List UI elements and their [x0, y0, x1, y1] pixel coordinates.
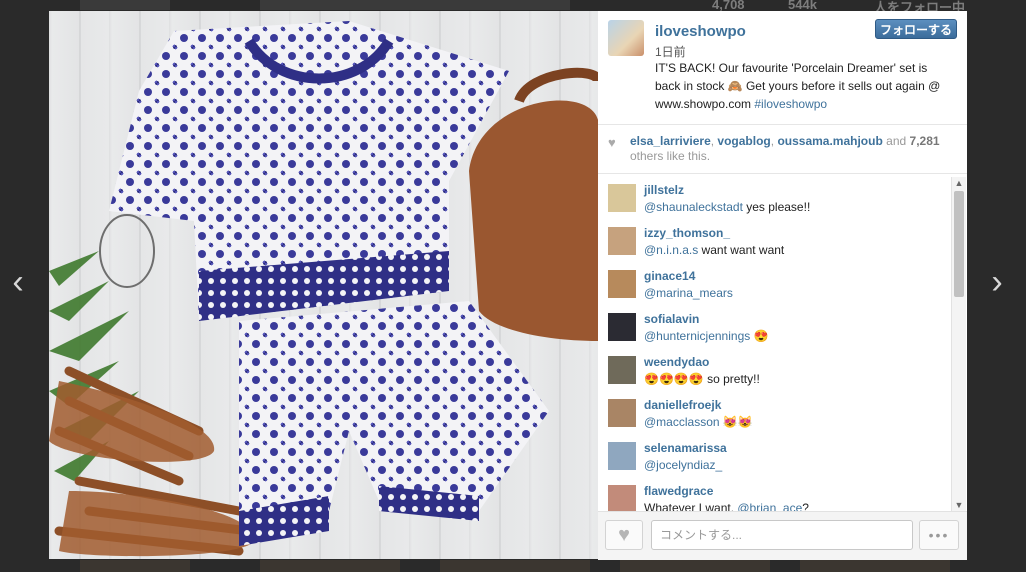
list-item: izzy_thomson_ @n.i.n.a.s want want want — [598, 220, 950, 263]
post-timestamp: 1日前 — [655, 45, 686, 59]
comment-text: @macclasson 😻😻 — [644, 415, 753, 429]
comment-text: @n.i.n.a.s want want want — [644, 243, 784, 257]
avatar[interactable] — [608, 184, 636, 212]
comment-scrollbar[interactable]: ▲ ▼ — [951, 177, 966, 511]
avatar[interactable] — [608, 270, 636, 298]
comment-mention[interactable]: @marina_mears — [644, 286, 733, 300]
comment-mention[interactable]: @brian_ace — [737, 501, 802, 511]
comment-list: jillstelz @shaunaleckstadt yes please!! … — [598, 177, 950, 511]
scrollbar-thumb[interactable] — [954, 191, 964, 297]
scroll-down-icon[interactable]: ▼ — [952, 499, 966, 511]
comment-username[interactable]: sofialavin — [644, 312, 699, 326]
comment-text: @hunternicjennings 😍 — [644, 329, 769, 343]
avatar[interactable] — [608, 485, 636, 511]
avatar[interactable] — [608, 442, 636, 470]
background-thumbnail — [440, 560, 590, 572]
background-thumbnail — [800, 560, 950, 572]
comment-text: 😍😍😍😍 so pretty!! — [644, 372, 760, 386]
outfit-illustration — [49, 21, 598, 557]
avatar[interactable] — [608, 20, 644, 56]
comment-body: 😍 — [750, 329, 769, 343]
likes-text: elsa_larriviere, vogablog, oussama.mahjo… — [630, 134, 940, 163]
background-thumbnail — [620, 560, 770, 572]
comment-mention[interactable]: @macclasson — [644, 415, 720, 429]
comment-username[interactable]: selenamarissa — [644, 441, 727, 455]
comment-username[interactable]: weendydao — [644, 355, 709, 369]
background-thumbnail — [260, 0, 570, 10]
post-photo — [49, 11, 598, 559]
comment-body: yes please!! — [742, 200, 811, 214]
post-header: iloveshowpo 1日前 フォローする IT'S BACK! Our fa… — [598, 11, 967, 125]
list-item: sofialavin @hunternicjennings 😍 — [598, 306, 950, 349]
list-item: selenamarissa @jocelyndiaz_ — [598, 435, 950, 478]
heart-icon: ♥ — [608, 135, 616, 150]
likes-count[interactable]: 7,281 — [910, 134, 940, 148]
post-username[interactable]: iloveshowpo — [655, 23, 746, 40]
comment-username[interactable]: flawedgrace — [644, 484, 713, 498]
comment-mention[interactable]: @hunternicjennings — [644, 329, 750, 343]
follow-button[interactable]: フォローする — [875, 19, 957, 39]
like-button[interactable]: ♥ — [605, 520, 643, 550]
comment-body-prefix: Whatever I want. — [644, 501, 738, 511]
comment-text: Whatever I want. @brian_ace? — [644, 501, 809, 511]
post-caption: IT'S BACK! Our favourite 'Porcelain Drea… — [655, 59, 955, 113]
comment-text: @shaunaleckstadt yes please!! — [644, 200, 810, 214]
list-item: flawedgrace Whatever I want. @brian_ace? — [598, 478, 950, 511]
list-item: daniellefroejk @macclasson 😻😻 — [598, 392, 950, 435]
comment-text: @jocelyndiaz_ — [644, 458, 722, 472]
background-thumbnail — [80, 560, 190, 572]
chevron-right-icon[interactable]: › — [985, 265, 1009, 302]
likes-suffix: others like this. — [630, 149, 711, 163]
likes-and-label: and — [886, 134, 907, 148]
likes-summary: ♥ elsa_larriviere, vogablog, oussama.mah… — [598, 125, 967, 174]
comment-mention[interactable]: @n.i.n.a.s — [644, 243, 698, 257]
avatar[interactable] — [608, 227, 636, 255]
comment-username[interactable]: ginace14 — [644, 269, 695, 283]
ellipsis-icon: ••• — [928, 527, 950, 543]
post-modal: iloveshowpo 1日前 フォローする IT'S BACK! Our fa… — [49, 11, 967, 560]
liker-link[interactable]: oussama.mahjoub — [777, 134, 882, 148]
comment-footer: ♥ ••• — [598, 511, 967, 560]
comment-username[interactable]: izzy_thomson_ — [644, 226, 730, 240]
list-item: ginace14 @marina_mears — [598, 263, 950, 306]
comment-body: ? — [802, 501, 809, 511]
background-thumbnail — [260, 560, 400, 572]
comment-mention[interactable]: @jocelyndiaz_ — [644, 458, 722, 472]
more-options-button[interactable]: ••• — [919, 520, 959, 550]
scroll-up-icon[interactable]: ▲ — [952, 177, 966, 189]
liker-link[interactable]: vogablog — [717, 134, 770, 148]
comment-username[interactable]: daniellefroejk — [644, 398, 721, 412]
list-item: weendydao 😍😍😍😍 so pretty!! — [598, 349, 950, 392]
liker-link[interactable]: elsa_larriviere — [630, 134, 711, 148]
comment-body: 😻😻 — [719, 415, 753, 429]
avatar[interactable] — [608, 313, 636, 341]
caption-hashtag[interactable]: #iloveshowpo — [754, 97, 827, 111]
comment-body: 😍😍😍😍 so pretty!! — [644, 372, 760, 386]
chevron-left-icon[interactable]: ‹ — [6, 265, 30, 302]
comment-input[interactable] — [651, 520, 913, 550]
comment-body: want want want — [698, 243, 785, 257]
avatar[interactable] — [608, 399, 636, 427]
comment-username[interactable]: jillstelz — [644, 183, 684, 197]
comment-text: @marina_mears — [644, 286, 733, 300]
avatar[interactable] — [608, 356, 636, 384]
comment-mention[interactable]: @shaunaleckstadt — [644, 200, 743, 214]
post-side-panel: iloveshowpo 1日前 フォローする IT'S BACK! Our fa… — [598, 11, 967, 560]
heart-icon: ♥ — [618, 524, 630, 546]
list-item: jillstelz @shaunaleckstadt yes please!! — [598, 177, 950, 220]
background-thumbnail — [80, 0, 170, 10]
